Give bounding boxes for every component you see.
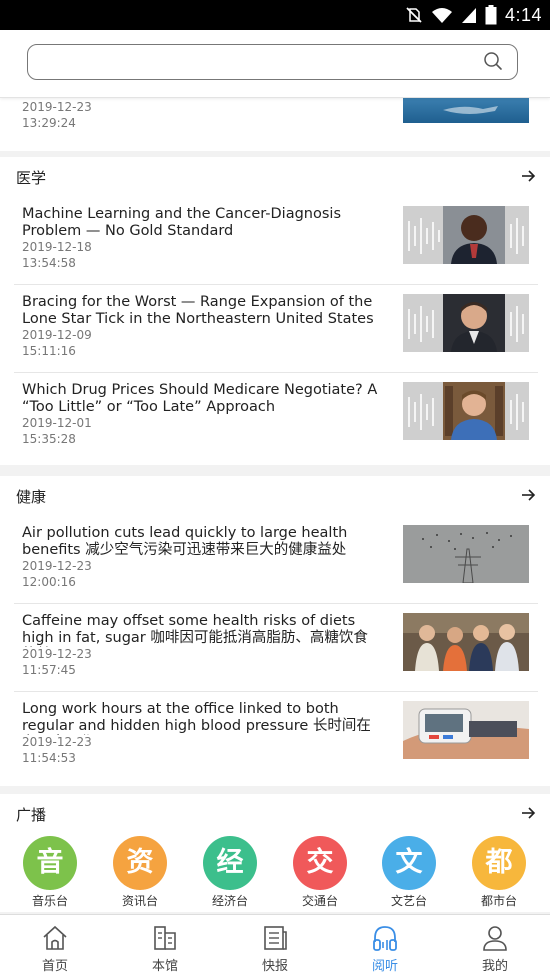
radio-station-icon: 资 — [113, 836, 167, 890]
list-item[interactable]: Caffeine may offset some health risks of… — [0, 603, 550, 690]
search-input[interactable] — [40, 51, 470, 73]
radio-station-icon: 都 — [472, 836, 526, 890]
article-date: 2019-12-23 — [22, 735, 92, 749]
arrow-right-icon[interactable] — [520, 805, 536, 821]
article-thumbnail — [403, 613, 529, 671]
radio-station-list: 音 音乐台 资 资讯台 经 经济台 交 交通台 文 文艺台 都 都市台 — [0, 836, 550, 910]
radio-station-icon: 音 — [23, 836, 77, 890]
nav-label: 我的 — [481, 959, 508, 974]
divider — [14, 372, 538, 373]
status-time: 4:14 — [504, 4, 542, 25]
nav-item-library[interactable]: 本馆 — [130, 923, 200, 974]
divider — [14, 284, 538, 285]
article-time: 13:54:58 — [22, 256, 76, 270]
list-item[interactable]: Which Drug Prices Should Medicare Negoti… — [0, 372, 550, 459]
list-item[interactable]: Bracing for the Worst — Range Expansion … — [0, 284, 550, 371]
article-title: Air pollution cuts lead quickly to large… — [22, 525, 348, 558]
article-thumbnail — [403, 382, 529, 440]
list-item[interactable]: 2019-12-23 13:29:24 — [0, 98, 550, 151]
screen: 4:14 2019-12-23 13:29:24 医学 Machine Lear… — [0, 0, 550, 979]
article-title: Bracing for the Worst — Range Expansion … — [22, 294, 374, 327]
article-date: 2019-12-09 — [22, 328, 92, 342]
article-time: 12:00:16 — [22, 575, 76, 589]
radio-station-label: 音乐台 — [31, 894, 68, 908]
section-health: 健康 Air pollution cuts lead quickly to la… — [0, 476, 550, 786]
list-item[interactable]: Long work hours at the office linked to … — [0, 691, 550, 778]
article-date: 2019-12-23 — [22, 647, 92, 661]
nav-item-bulletin[interactable]: 快报 — [240, 923, 310, 974]
status-bar: 4:14 — [0, 0, 550, 30]
article-thumbnail — [403, 701, 529, 759]
article-thumbnail — [403, 294, 529, 352]
radio-station-icon: 交 — [293, 836, 347, 890]
article-title: Long work hours at the office linked to … — [22, 701, 371, 734]
radio-station-traffic[interactable]: 交 交通台 — [288, 836, 352, 909]
article-thumbnail — [403, 206, 529, 264]
radio-station-arts[interactable]: 文 文艺台 — [377, 836, 441, 909]
search-box[interactable] — [27, 44, 518, 80]
section-title: 广播 — [16, 806, 47, 824]
article-time: 15:11:16 — [22, 344, 76, 358]
divider — [14, 603, 538, 604]
article-time: 13:29:24 — [22, 116, 76, 130]
section-title: 医学 — [16, 169, 47, 187]
radio-station-news[interactable]: 资 资讯台 — [108, 836, 172, 909]
article-date: 2019-12-23 — [22, 559, 92, 573]
library-icon — [154, 926, 176, 950]
search-header — [0, 30, 550, 98]
section-title: 健康 — [16, 488, 47, 506]
article-title: Machine Learning and the Cancer-Diagnosi… — [22, 206, 341, 239]
nav-item-me[interactable]: 我的 — [460, 923, 530, 974]
article-time: 11:57:45 — [22, 663, 76, 677]
user-icon — [483, 926, 507, 951]
section-header[interactable]: 广播 — [0, 794, 550, 832]
article-thumbnail — [403, 98, 529, 123]
radio-station-label: 资讯台 — [121, 894, 158, 908]
list-item[interactable]: Machine Learning and the Cancer-Diagnosi… — [0, 196, 550, 283]
arrow-right-icon[interactable] — [520, 168, 536, 184]
radio-station-economy[interactable]: 经 经济台 — [198, 836, 262, 909]
nav-label: 本馆 — [151, 959, 178, 974]
article-date: 2019-12-18 — [22, 240, 92, 254]
battery-icon — [485, 5, 497, 25]
radio-station-label: 经济台 — [211, 894, 248, 908]
article-title: Caffeine may offset some health risks of… — [22, 613, 368, 646]
article-time: 11:54:53 — [22, 751, 76, 765]
nav-label: 快报 — [261, 959, 288, 974]
radio-station-label: 都市台 — [480, 894, 517, 908]
signal-icon — [461, 8, 476, 23]
radio-station-icon: 文 — [382, 836, 436, 890]
radio-station-music[interactable]: 音 音乐台 — [18, 836, 82, 909]
article-time: 15:35:28 — [22, 432, 76, 446]
list-item[interactable]: Air pollution cuts lead quickly to large… — [0, 515, 550, 602]
radio-station-label: 文艺台 — [390, 894, 427, 908]
article-date: 2019-12-01 — [22, 416, 92, 430]
radio-station-label: 交通台 — [301, 894, 338, 908]
no-sim-icon — [406, 7, 422, 23]
headphones-icon — [373, 926, 397, 951]
nav-label: 阅听 — [371, 959, 398, 974]
article-date: 2019-12-23 — [22, 100, 92, 114]
nav-item-home[interactable]: 首页 — [20, 923, 90, 974]
search-icon[interactable] — [483, 51, 503, 71]
wifi-icon — [431, 8, 452, 23]
section-header[interactable]: 医学 — [0, 157, 550, 195]
radio-station-icon: 经 — [203, 836, 257, 890]
newspaper-icon — [264, 926, 287, 950]
section-medicine: 医学 Machine Learning and the Cancer-Diagn… — [0, 157, 550, 465]
section-radio: 广播 音 音乐台 资 资讯台 经 经济台 交 交通台 文 文艺台 都 都市台 — [0, 794, 550, 912]
nav-item-listen[interactable]: 阅听 — [350, 923, 420, 974]
nav-label: 首页 — [41, 959, 68, 974]
section-header[interactable]: 健康 — [0, 476, 550, 514]
home-icon — [43, 925, 67, 950]
article-thumbnail — [403, 525, 529, 583]
divider — [14, 691, 538, 692]
radio-station-city[interactable]: 都 都市台 — [467, 836, 531, 909]
arrow-right-icon[interactable] — [520, 487, 536, 503]
bottom-nav: 首页 本馆 快报 阅听 我的 — [0, 914, 550, 979]
article-title: Which Drug Prices Should Medicare Negoti… — [22, 382, 378, 415]
